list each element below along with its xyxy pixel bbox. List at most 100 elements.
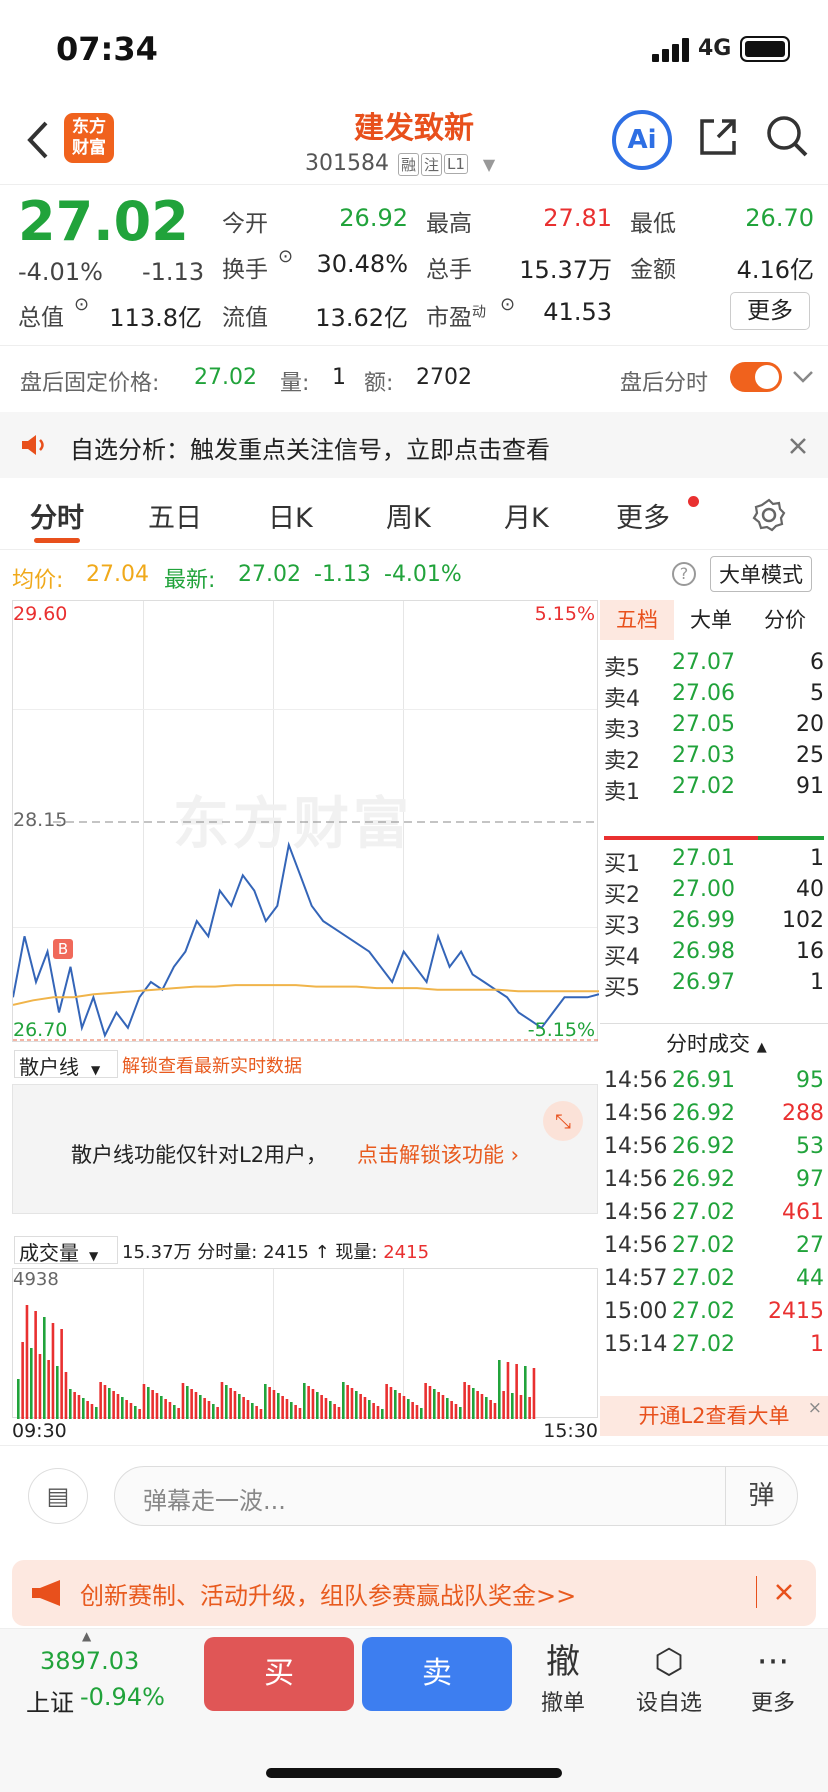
volume-bar [86, 1401, 89, 1419]
volume-bar [294, 1405, 297, 1419]
volume-bar [342, 1382, 345, 1419]
tag-reg: 注 [421, 152, 443, 176]
tab-5day[interactable]: 五日 [148, 496, 202, 535]
ai-assistant-button[interactable]: Ai [612, 110, 672, 170]
chevron-down-icon[interactable] [792, 368, 814, 386]
megaphone-icon [32, 1580, 60, 1606]
low-value: 26.70 [745, 204, 814, 232]
tick-row: 15:14 27.02 1 [604, 1332, 824, 1357]
after-hours-toggle[interactable] [730, 362, 782, 392]
tab-day-k[interactable]: 日K [268, 496, 313, 535]
volume-value: 15.37万 [519, 256, 612, 284]
amount-value: 4.16亿 [736, 256, 814, 284]
volume-bar [147, 1387, 150, 1419]
big-order-mode-button[interactable]: 大单模式 [710, 556, 812, 592]
tab-week-k[interactable]: 周K [386, 496, 431, 535]
turnover-label: 换手 [222, 257, 268, 283]
tab-more[interactable]: 更多 [616, 496, 670, 535]
price-summary-line: 均价: 27.04 最新: 27.02 -1.13 -4.01% ? 大单模式 [0, 552, 828, 598]
ticks-title[interactable]: 分时成交 ▲ [666, 1028, 767, 1058]
tab-month-k[interactable]: 月K [504, 496, 549, 535]
help-icon[interactable]: ? [672, 562, 696, 586]
volume-bar [407, 1399, 410, 1419]
expand-icon[interactable]: ⤡ [543, 1101, 583, 1141]
close-icon[interactable] [788, 436, 808, 456]
volume-bar [381, 1409, 384, 1419]
volume-bar [337, 1407, 341, 1419]
add-watchlist-button[interactable]: ⬡ 设自选 [624, 1639, 714, 1717]
volume-bar [493, 1403, 497, 1419]
danmaku-input[interactable]: 弹幕走一波... 弹 [114, 1466, 798, 1526]
buy-marker[interactable]: B [53, 939, 73, 959]
volume-bar [47, 1360, 50, 1419]
volume-bar [90, 1404, 94, 1419]
send-danmaku-button[interactable]: 弹 [725, 1467, 797, 1525]
info-icon[interactable]: ⊙ [500, 294, 515, 315]
mktcap-label: 总值 [18, 305, 64, 331]
open-value: 26.92 [339, 204, 408, 232]
open-l2-banner[interactable]: 开通L2查看大单 [600, 1396, 828, 1436]
unlock-feature-link[interactable]: 点击解锁该功能 › [357, 1139, 519, 1169]
notes-icon[interactable]: ▤ [28, 1468, 88, 1524]
notice-bar[interactable]: 自选分析：触发重点关注信号，立即点击查看 [0, 412, 828, 478]
tab-big-order[interactable]: 大单 [674, 600, 748, 640]
cancel-icon: 撤 [546, 1642, 580, 1682]
volume-bar [238, 1394, 241, 1419]
tag-level: L1 [444, 154, 468, 174]
tick-row: 14:56 26.92 288 [604, 1101, 824, 1126]
retail-line-select[interactable]: 散户线 ▼ [14, 1050, 118, 1079]
volume-bar [64, 1372, 68, 1419]
volume-bar [203, 1398, 206, 1419]
close-icon[interactable]: × [808, 1398, 822, 1418]
volume-bar [428, 1386, 432, 1419]
tab-five-levels[interactable]: 五档 [600, 600, 674, 640]
volume-bar [281, 1396, 284, 1419]
tab-price-dist[interactable]: 分价 [748, 600, 822, 640]
volume-bar [476, 1391, 479, 1419]
pct-max-label: 5.15% [534, 603, 595, 625]
buy-button[interactable]: 买 [204, 1637, 354, 1711]
info-icon[interactable]: ⊙ [74, 294, 89, 315]
volume-bar [225, 1385, 228, 1419]
more-button[interactable]: 更多 [730, 292, 810, 330]
after-price: 27.02 [194, 365, 257, 390]
gear-icon[interactable] [752, 498, 786, 532]
buy-level-row: 买5 26.97 1 [604, 970, 824, 1001]
tab-intraday[interactable]: 分时 [30, 496, 84, 535]
share-icon[interactable] [696, 115, 740, 159]
open-label: 今开 [222, 211, 268, 237]
more-actions-button[interactable]: ··· 更多 [728, 1639, 818, 1717]
volume-bar [303, 1383, 306, 1419]
search-icon[interactable] [764, 113, 810, 161]
dropdown-icon[interactable]: ▼ [483, 155, 495, 174]
volume-select[interactable]: 成交量 ▼ [14, 1236, 118, 1265]
change-percent: -4.01% [18, 258, 103, 286]
float-value: 13.62亿 [315, 304, 408, 332]
volume-bar [368, 1400, 371, 1419]
intraday-chart[interactable]: 东方财富 29.60 28.15 26.70 5.15% -5.15% B [12, 600, 599, 1042]
volume-bar [38, 1354, 42, 1419]
unlock-link[interactable]: 解锁查看最新实时数据 [122, 1052, 302, 1078]
sell-button[interactable]: 卖 [362, 1637, 512, 1711]
volume-bar [528, 1397, 531, 1419]
promo-banner[interactable]: 创新赛制、活动升级，组队参赛赢战队奖金>> [12, 1560, 816, 1626]
buy-level-row: 买1 27.01 1 [604, 846, 824, 877]
volume-bar [207, 1401, 211, 1419]
volume-bar [125, 1400, 128, 1419]
volume-bar [519, 1395, 523, 1419]
order-book: 五档 大单 分价 卖5 27.07 6 卖4 27.06 5 卖3 27.05 20 卖2 27.03 2… [600, 600, 828, 1440]
close-icon[interactable] [774, 1582, 794, 1602]
mktcap-value: 113.8亿 [109, 304, 202, 332]
volume-bar [34, 1311, 37, 1419]
status-bar: 07:34 4G [0, 0, 828, 95]
volume-bar [502, 1391, 505, 1419]
volume-bar [43, 1317, 46, 1419]
info-icon[interactable]: ⊙ [278, 246, 293, 267]
volume-bar [372, 1403, 375, 1419]
cancel-order-button[interactable]: 撤撤单 [518, 1639, 608, 1717]
volume-bar [515, 1364, 518, 1419]
high-value: 27.81 [543, 204, 612, 232]
volume-bar [402, 1396, 406, 1419]
buy-level-row: 买2 27.00 40 [604, 877, 824, 908]
active-tab-indicator [34, 538, 80, 543]
